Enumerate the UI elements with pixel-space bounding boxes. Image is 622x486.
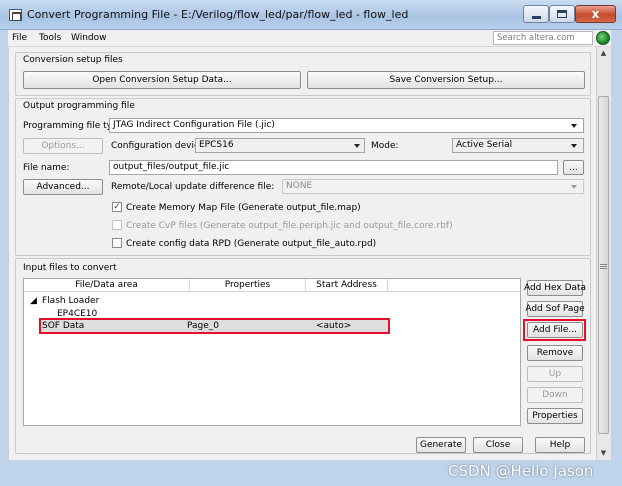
tree-item-flash-loader[interactable]: Flash Loader (42, 296, 99, 306)
sof-data-properties: Page_0 (187, 321, 220, 331)
collapse-arrow-icon[interactable]: ◢ (30, 296, 37, 306)
remote-update-select[interactable]: NONE (282, 179, 584, 194)
save-conversion-setup-button[interactable]: Save Conversion Setup... (307, 71, 585, 89)
window-frame (611, 30, 622, 486)
search-input[interactable]: Search altera.com (493, 31, 593, 45)
options-button[interactable]: Options... (23, 138, 103, 154)
mode-value: Active Serial (456, 140, 513, 150)
create-map-checkbox[interactable]: ✓ (112, 202, 122, 212)
config-device-select[interactable]: EPCS16 (195, 138, 365, 153)
close-icon: x (591, 7, 600, 21)
mode-label: Mode: (371, 141, 399, 151)
grip-line (600, 266, 607, 267)
output-programming-title: Output programming file (23, 101, 135, 111)
scrollbar-thumb[interactable] (598, 96, 609, 434)
properties-button[interactable]: Properties (527, 408, 583, 424)
help-button[interactable]: Help (535, 437, 585, 453)
scroll-up-icon[interactable]: ▲ (598, 48, 609, 58)
app-icon (9, 9, 22, 21)
watermark-text: CSDN @Hello Jason (448, 462, 594, 480)
input-files-title: Input files to convert (23, 263, 117, 273)
create-rpd-checkbox[interactable] (112, 238, 122, 248)
add-sof-page-button[interactable]: Add Sof Page (525, 301, 585, 317)
maximize-icon (557, 10, 567, 18)
file-name-value: output_files/output_file.jic (113, 162, 230, 172)
chevron-down-icon (354, 144, 360, 148)
chevron-down-icon (571, 144, 577, 148)
remote-update-label: Remote/Local update difference file: (111, 182, 275, 192)
open-conversion-setup-button[interactable]: Open Conversion Setup Data... (23, 71, 301, 89)
create-rpd-label: Create config data RPD (Generate output_… (126, 239, 377, 249)
menu-window[interactable]: Window (71, 33, 107, 43)
column-header-file[interactable]: File/Data area (24, 279, 190, 292)
menu-tools[interactable]: Tools (39, 33, 61, 43)
create-cvp-label: Create CvP files (Generate output_file.p… (126, 221, 453, 231)
close-button[interactable]: Close (473, 437, 523, 453)
browse-button[interactable]: ... (563, 160, 584, 175)
config-device-value: EPCS16 (199, 140, 234, 150)
column-header-start-address[interactable]: Start Address (306, 279, 388, 292)
close-window-button[interactable]: x (575, 5, 616, 23)
file-name-input[interactable]: output_files/output_file.jic (109, 160, 558, 175)
column-header-properties[interactable]: Properties (190, 279, 306, 292)
programming-file-type-select[interactable]: JTAG Indirect Configuration File (.jic) (109, 118, 584, 133)
advanced-button[interactable]: Advanced... (23, 179, 103, 195)
config-device-label: Configuration device: (111, 141, 208, 151)
scroll-down-icon[interactable]: ▼ (598, 448, 609, 458)
create-cvp-checkbox[interactable] (112, 220, 122, 230)
menu-file[interactable]: File (12, 33, 27, 43)
maximize-button[interactable] (549, 5, 575, 23)
file-name-label: File name: (23, 163, 70, 173)
generate-button[interactable]: Generate (416, 437, 466, 453)
sof-data-name: SOF Data (42, 321, 85, 331)
minimize-icon (531, 15, 541, 19)
globe-icon[interactable] (596, 31, 610, 45)
grip-line (600, 264, 607, 265)
grip-line (600, 268, 607, 269)
chevron-down-icon (571, 124, 577, 128)
sof-data-start-address: <auto> (316, 321, 352, 331)
remove-button[interactable]: Remove (527, 345, 583, 361)
programming-file-type-value: JTAG Indirect Configuration File (.jic) (113, 120, 275, 130)
down-button[interactable]: Down (527, 387, 583, 403)
highlight-box (523, 319, 586, 341)
chevron-down-icon (571, 185, 577, 189)
conversion-setup-title: Conversion setup files (23, 55, 123, 65)
window-title: Convert Programming File - E:/Verilog/fl… (27, 8, 409, 21)
up-button[interactable]: Up (527, 366, 583, 382)
create-map-label: Create Memory Map File (Generate output_… (126, 203, 361, 213)
mode-select[interactable]: Active Serial (452, 138, 584, 153)
add-hex-data-button[interactable]: Add Hex Data (524, 280, 586, 296)
minimize-button[interactable] (523, 5, 549, 23)
remote-update-value: NONE (286, 181, 313, 191)
